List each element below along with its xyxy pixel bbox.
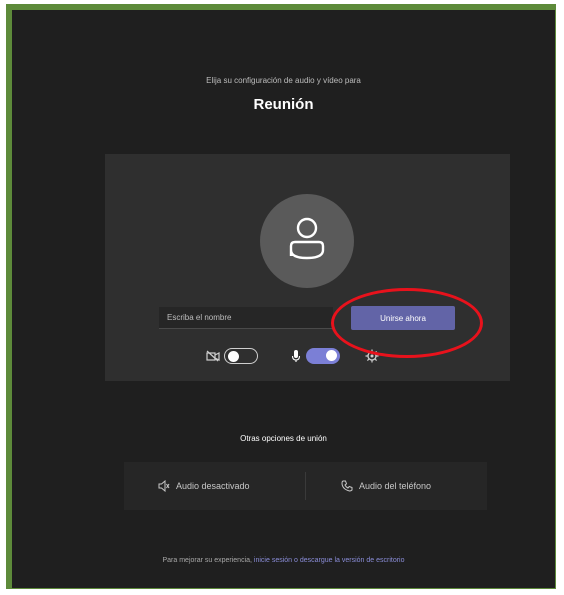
device-controls: · · · · [105,346,510,366]
options-divider [305,472,306,500]
audio-off-label: Audio desactivado [176,481,250,491]
phone-audio-option[interactable]: Audio del teléfono [341,462,431,510]
microphone-icon[interactable] [291,349,301,368]
device-settings-label[interactable]: · · · · [385,351,402,360]
gear-icon[interactable] [365,349,379,368]
avatar [260,194,354,288]
join-now-button[interactable]: Unirse ahora [351,306,455,330]
camera-toggle[interactable] [224,348,258,364]
other-options-bar: Audio desactivado Audio del teléfono [124,462,487,510]
footer-signin-link[interactable]: inicie sesión o descargue la versión de … [254,557,405,564]
speaker-off-icon [158,480,170,492]
camera-off-icon[interactable] [206,349,220,367]
name-input[interactable] [159,307,333,329]
microphone-toggle[interactable] [306,348,340,364]
footer-text: Para mejorar su experiencia, inicie sesi… [12,557,555,564]
preview-card: Unirse ahora [105,154,510,381]
other-options-title: Otras opciones de unión [240,434,327,443]
camera-toggle-knob [228,350,239,362]
footer-prefix: Para mejorar su experiencia, [162,557,254,564]
phone-icon [341,480,353,492]
prejoin-subtitle: Elija su configuración de audio y vídeo … [206,76,361,85]
phone-audio-label: Audio del teléfono [359,481,432,491]
teams-prejoin-screen: Elija su configuración de audio y vídeo … [12,10,555,588]
microphone-toggle-knob [326,350,337,361]
audio-off-option[interactable]: Audio desactivado [158,462,250,510]
meeting-title: Reunión [253,96,314,113]
person-icon [289,217,325,260]
